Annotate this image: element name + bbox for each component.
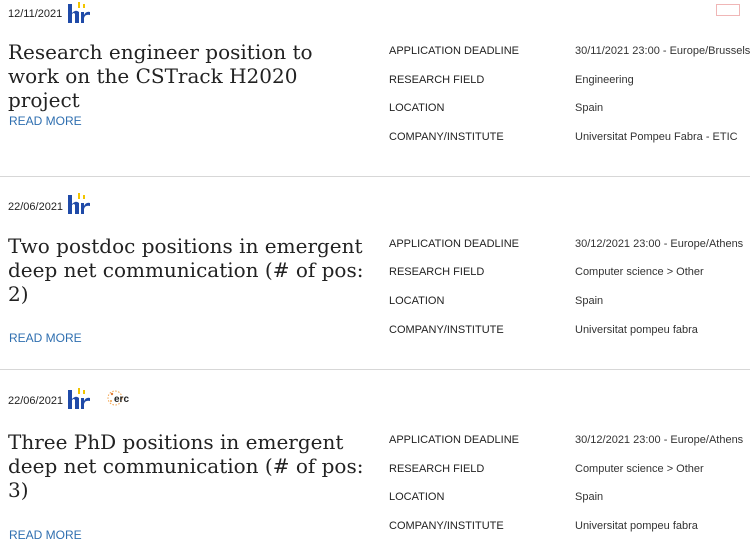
deadline-label: Application Deadline — [389, 238, 519, 250]
job-title[interactable]: Three PhD positions in emergent deep net… — [8, 430, 368, 502]
location-label: Location — [389, 102, 445, 114]
read-more-link[interactable]: READ MORE — [9, 114, 82, 128]
research-field-label: Research Field — [389, 463, 485, 475]
job-listing: 22/06/2021 Two postdoc positions in emer… — [0, 177, 750, 369]
location-label: Location — [389, 491, 445, 503]
research-field-label: Research Field — [389, 74, 485, 86]
posting-date: 22/06/2021 — [8, 201, 64, 213]
deadline-value: 30/12/2021 23:00 - Europe/Athens — [575, 434, 744, 446]
location-value: Spain — [575, 295, 604, 307]
deadline-value: 30/12/2021 23:00 - Europe/Athens — [575, 238, 744, 250]
erc-logo-icon: erc — [107, 390, 129, 406]
company-value: Universitat Pompeu Fabra - ETIC — [575, 131, 738, 143]
location-value: Spain — [575, 491, 604, 503]
corner-logo-icon — [716, 4, 740, 16]
job-listing: 12/11/2021 Research engineer position to… — [0, 0, 750, 176]
research-field-value: Engineering — [575, 74, 634, 86]
job-listing: 22/06/2021 erc Three PhD positions in em… — [0, 370, 750, 545]
job-title[interactable]: Two postdoc positions in emergent deep n… — [8, 234, 368, 306]
hr-logo-icon — [68, 2, 90, 23]
hr-logo-icon — [68, 388, 90, 409]
job-title[interactable]: Research engineer position to work on th… — [8, 40, 368, 112]
research-field-value: Computer science > Other — [575, 266, 704, 278]
posting-date: 12/11/2021 — [8, 8, 63, 20]
read-more-link[interactable]: READ MORE — [9, 331, 82, 345]
deadline-label: Application Deadline — [389, 434, 519, 446]
location-label: Location — [389, 295, 445, 307]
company-label: Company/Institute — [389, 520, 504, 532]
company-value: Universitat pompeu fabra — [575, 324, 698, 336]
location-value: Spain — [575, 102, 604, 114]
posting-date: 22/06/2021 — [8, 395, 64, 407]
erc-logo-text: erc — [114, 394, 129, 405]
company-label: Company/Institute — [389, 131, 504, 143]
read-more-link[interactable]: READ MORE — [9, 528, 82, 542]
deadline-value: 30/11/2021 23:00 - Europe/Brussels — [575, 45, 750, 57]
deadline-label: Application Deadline — [389, 45, 519, 57]
company-label: Company/Institute — [389, 324, 504, 336]
hr-logo-icon — [68, 193, 90, 214]
company-value: Universitat pompeu fabra — [575, 520, 698, 532]
research-field-label: Research Field — [389, 266, 485, 278]
research-field-value: Computer science > Other — [575, 463, 704, 475]
